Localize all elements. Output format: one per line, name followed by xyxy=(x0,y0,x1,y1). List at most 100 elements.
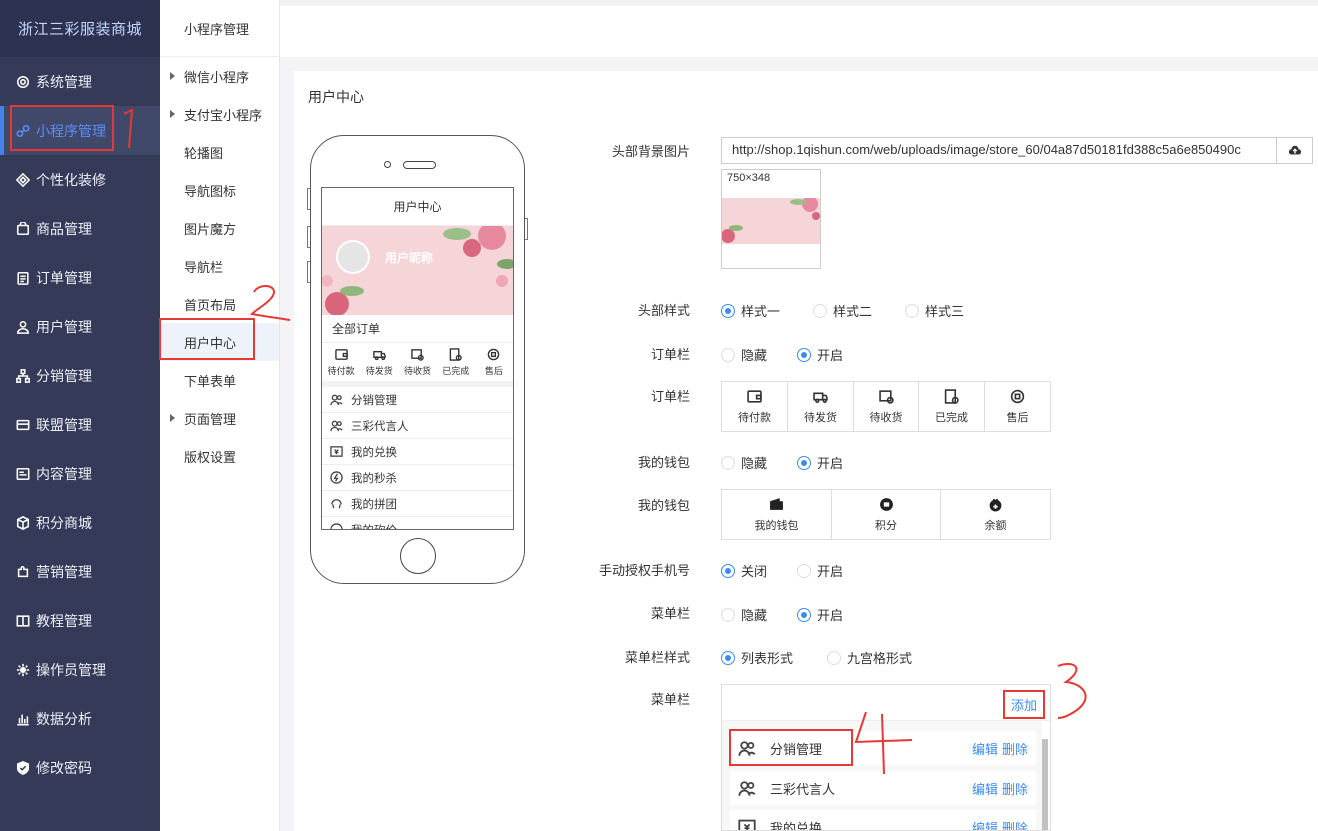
screen-menu-row[interactable]: 我的砍价 xyxy=(322,517,513,529)
phone-auth-off-option[interactable]: 关闭 xyxy=(721,561,767,580)
menu-style-label: 菜单栏样式 xyxy=(624,650,690,665)
screen-menu-row[interactable]: 我的秒杀 xyxy=(322,465,513,491)
document-icon xyxy=(15,466,31,482)
subnav-item-wechat[interactable]: 微信小程序 xyxy=(160,57,279,95)
upload-button[interactable] xyxy=(1277,137,1313,164)
radio-label: 列表形式 xyxy=(741,651,794,666)
order-pending-shipment[interactable]: 待发货 xyxy=(360,343,398,381)
wallet-radio-group: 隐藏 开启 xyxy=(721,453,873,472)
sidebar-item-label: 数据分析 xyxy=(36,710,92,727)
cell-label: 我的钱包 xyxy=(754,519,799,532)
top-bar xyxy=(280,0,1318,57)
radio-label: 开启 xyxy=(817,456,844,471)
sidebar-item-analytics[interactable]: 数据分析 xyxy=(0,694,160,743)
header-style-option-2[interactable]: 样式二 xyxy=(813,301,872,320)
order-icon-pending-payment[interactable]: 待付款 xyxy=(722,382,788,431)
sidebar-item-label: 联盟管理 xyxy=(36,416,92,433)
wallet-show-option[interactable]: 开启 xyxy=(797,453,843,472)
order-icon-pending-receipt[interactable]: 待收货 xyxy=(854,382,919,431)
menu-list-scrollbar[interactable] xyxy=(1042,739,1048,830)
order-icon-completed[interactable]: 已完成 xyxy=(919,382,985,431)
subnav-item-user-center[interactable]: 用户中心 xyxy=(160,323,279,361)
wallet-icon xyxy=(770,497,783,510)
sidebar-item-marketing[interactable]: 营销管理 xyxy=(0,547,160,596)
settings-icon xyxy=(15,662,31,678)
wallet-icon-cell[interactable]: 我的钱包 xyxy=(722,490,832,539)
sidebar-item-content[interactable]: 内容管理 xyxy=(0,449,160,498)
order-bar-show-option[interactable]: 开启 xyxy=(797,345,843,364)
order-pending-payment[interactable]: 待付款 xyxy=(322,343,360,381)
delete-link[interactable]: 删除 xyxy=(1002,821,1028,831)
subnav-item-order-form[interactable]: 下单表单 xyxy=(160,361,279,399)
sidebar-item-tutorial[interactable]: 教程管理 xyxy=(0,596,160,645)
sidebar-item-label: 操作员管理 xyxy=(36,661,106,678)
bg-image-thumbnail: 750×348 xyxy=(721,169,821,269)
order-pending-receipt[interactable]: 待收货 xyxy=(398,343,436,381)
link-icon xyxy=(15,123,31,139)
balance-icon-cell[interactable]: 余额 xyxy=(941,490,1050,539)
radio-label: 隐藏 xyxy=(741,348,768,363)
subnav-item-copyright[interactable]: 版权设置 xyxy=(160,437,279,475)
menu-style-grid-option[interactable]: 九宫格形式 xyxy=(827,648,912,667)
subnav-item-label: 轮播图 xyxy=(184,145,224,161)
menu-style-list-option[interactable]: 列表形式 xyxy=(721,648,793,667)
sidebar-item-system[interactable]: 系统管理 xyxy=(0,57,160,106)
annotation-number-2: 2 xyxy=(249,285,291,321)
phone-auth-on-option[interactable]: 开启 xyxy=(797,561,843,580)
edit-link[interactable]: 编辑 xyxy=(972,782,998,797)
subnav-item-navbar[interactable]: 导航栏 xyxy=(160,247,279,285)
gear-icon xyxy=(15,74,31,90)
order-aftersale[interactable]: 售后 xyxy=(475,343,513,381)
sidebar-item-operators[interactable]: 操作员管理 xyxy=(0,645,160,694)
screen-menu-row[interactable]: 我的拼团 xyxy=(322,491,513,517)
menu-list-label: 菜单栏 xyxy=(650,692,690,707)
sidebar-item-goods[interactable]: 商品管理 xyxy=(0,204,160,253)
sidebar-item-users[interactable]: 用户管理 xyxy=(0,302,160,351)
sidebar-item-password[interactable]: 修改密码 xyxy=(0,743,160,792)
nickname: 用户昵称 xyxy=(385,251,434,265)
subnav-item-nav-icons[interactable]: 导航图标 xyxy=(160,171,279,209)
order-completed[interactable]: 已完成 xyxy=(437,343,475,381)
radio-dot xyxy=(721,650,735,665)
delete-link[interactable]: 删除 xyxy=(1002,742,1028,757)
sidebar-item-alliance[interactable]: 联盟管理 xyxy=(0,400,160,449)
cell-label: 积分 xyxy=(875,519,897,532)
cell-label: 已完成 xyxy=(935,411,968,424)
sidebar-item-points-mall[interactable]: 积分商城 xyxy=(0,498,160,547)
order-icon-pending-shipment[interactable]: 待发货 xyxy=(788,382,854,431)
puzzle-icon xyxy=(15,564,31,580)
subnav-item-pages[interactable]: 页面管理 xyxy=(160,399,279,437)
sidebar-item-decoration[interactable]: 个性化装修 xyxy=(0,155,160,204)
card-icon xyxy=(15,417,31,433)
screen-menu-row[interactable]: 三彩代言人 xyxy=(322,413,513,439)
subnav-item-label: 用户中心 xyxy=(184,335,237,351)
subnav-item-picture-cube[interactable]: 图片魔方 xyxy=(160,209,279,247)
cell-label: 待收货 xyxy=(869,411,903,424)
wallet-hide-option[interactable]: 隐藏 xyxy=(721,453,767,472)
bag-icon xyxy=(15,221,31,237)
annotation-number-1: 1 xyxy=(123,108,134,149)
screen-menu-row[interactable]: 我的兑换 xyxy=(322,439,513,465)
sidebar-item-orders[interactable]: 订单管理 xyxy=(0,253,160,302)
menu-bar-show-option[interactable]: 开启 xyxy=(797,605,843,624)
points-icon-cell[interactable]: 积分 xyxy=(832,490,941,539)
header-style-option-1[interactable]: 样式一 xyxy=(721,301,780,320)
edit-link[interactable]: 编辑 xyxy=(972,742,998,757)
menu-item-actions: 编辑 删除 xyxy=(968,739,1028,758)
menu-bar-hide-option[interactable]: 隐藏 xyxy=(721,605,767,624)
book-icon xyxy=(15,613,31,629)
subnav-item-alipay[interactable]: 支付宝小程序 xyxy=(160,95,279,133)
sidebar-item-distribution[interactable]: 分销管理 xyxy=(0,351,160,400)
screen-menu-row[interactable]: 分销管理 xyxy=(322,387,513,413)
bg-image-url-input[interactable]: http://shop.1qishun.com/web/uploads/imag… xyxy=(721,137,1277,164)
radio-dot xyxy=(721,563,735,578)
menu-list-item[interactable]: 我的兑换 编辑 删除 xyxy=(730,810,1036,831)
phone-auth-radio-group: 关闭 开启 xyxy=(721,561,873,580)
edit-link[interactable]: 编辑 xyxy=(972,821,998,831)
delete-link[interactable]: 删除 xyxy=(1002,782,1028,797)
order-icon-aftersale[interactable]: 售后 xyxy=(985,382,1050,431)
header-style-option-3[interactable]: 样式三 xyxy=(905,301,964,320)
subnav-item-banner[interactable]: 轮播图 xyxy=(160,133,279,171)
add-menu-button[interactable]: 添加 xyxy=(1002,690,1045,719)
order-bar-hide-option[interactable]: 隐藏 xyxy=(721,345,767,364)
